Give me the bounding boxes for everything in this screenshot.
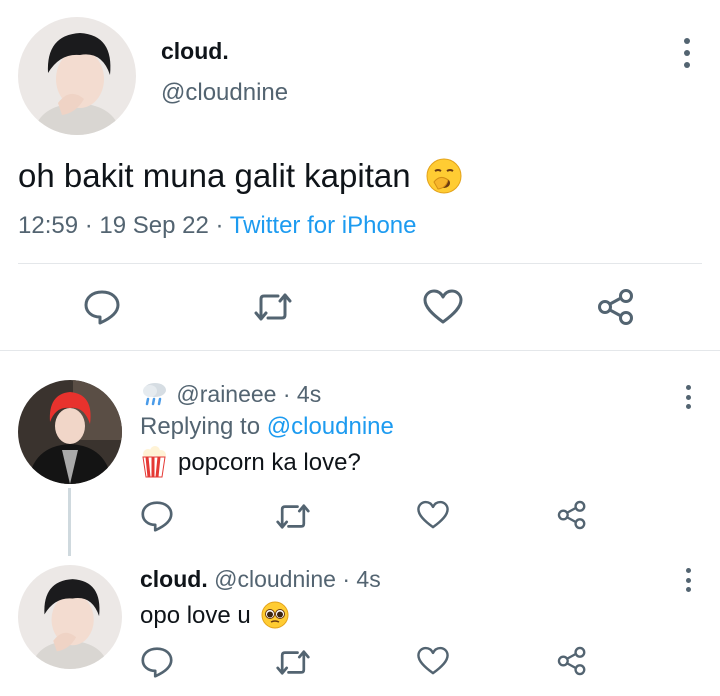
share-button[interactable] <box>557 500 587 530</box>
like-button[interactable] <box>416 646 450 676</box>
reply-time[interactable]: 4s <box>356 566 380 592</box>
replying-to-link[interactable]: @cloudnine <box>267 413 394 440</box>
like-button[interactable] <box>416 500 450 530</box>
reply-icon <box>84 290 120 325</box>
share-icon <box>557 500 586 530</box>
tweet-meta: 12:59 · 19 Sep 22 · Twitter for iPhone <box>18 212 417 240</box>
popcorn-emoji-icon <box>142 445 166 478</box>
tweet-text: oh bakit muna galit kapitan <box>18 157 462 195</box>
author-display-name[interactable]: cloud. <box>161 38 229 65</box>
tweet-source-link[interactable]: Twitter for iPhone <box>230 212 417 239</box>
more-options-icon[interactable] <box>675 38 699 68</box>
reply-button[interactable] <box>140 646 174 678</box>
retweet-icon <box>276 504 310 529</box>
tweet-time[interactable]: 12:59 <box>18 212 78 239</box>
reply-icon <box>141 647 173 678</box>
replying-to-prefix: Replying to <box>140 413 261 440</box>
reply-more-options-icon[interactable] <box>676 385 700 409</box>
yawning-face-emoji-icon <box>426 158 462 194</box>
cloud-with-rain-emoji-icon <box>143 382 166 406</box>
reply-more-options-icon[interactable] <box>676 568 700 592</box>
author-handle[interactable]: @cloudnine <box>161 79 288 107</box>
share-icon <box>557 646 586 676</box>
retweet-button[interactable] <box>253 291 293 323</box>
share-icon <box>598 289 633 325</box>
reply-separator: · <box>342 566 351 592</box>
meta-separator: · <box>84 212 93 239</box>
tweet-date[interactable]: 19 Sep 22 <box>99 212 208 239</box>
thread-line <box>68 488 71 556</box>
heart-icon <box>417 500 449 529</box>
reply-icon <box>141 501 173 532</box>
reply-button[interactable] <box>83 289 121 325</box>
retweet-button[interactable] <box>275 648 311 677</box>
reply-display-name[interactable]: cloud. <box>140 566 208 592</box>
pleading-face-emoji-icon <box>261 601 289 629</box>
share-button[interactable] <box>557 646 587 676</box>
reply-separator: · <box>282 381 291 407</box>
reply-text: opo love u <box>140 601 289 630</box>
reply-button[interactable] <box>140 500 174 532</box>
reply-text-content: opo love u <box>140 602 251 629</box>
retweet-button[interactable] <box>275 502 311 531</box>
retweet-icon <box>254 293 292 321</box>
tweet-text-content: oh bakit muna galit kapitan <box>18 157 411 194</box>
heart-icon <box>417 646 449 675</box>
divider <box>18 263 702 264</box>
retweet-icon <box>276 650 310 675</box>
section-divider <box>0 350 720 351</box>
reply-text-content: popcorn ka love? <box>178 449 361 476</box>
heart-icon <box>423 289 463 324</box>
like-button[interactable] <box>422 289 464 325</box>
reply-handle[interactable]: @raineee <box>176 381 276 407</box>
author-avatar[interactable] <box>18 17 136 135</box>
reply-handle[interactable]: @cloudnine <box>214 566 336 592</box>
reply-header: @raineee · 4s <box>140 381 321 409</box>
reply-text: popcorn ka love? <box>140 445 361 478</box>
reply-time[interactable]: 4s <box>297 381 321 407</box>
share-button[interactable] <box>597 288 635 326</box>
meta-separator: · <box>215 212 224 239</box>
reply-avatar[interactable] <box>18 565 122 669</box>
replying-to-line: Replying to @cloudnine <box>140 413 394 441</box>
reply-avatar[interactable] <box>18 380 122 484</box>
reply-header: cloud. @cloudnine · 4s <box>140 566 381 593</box>
